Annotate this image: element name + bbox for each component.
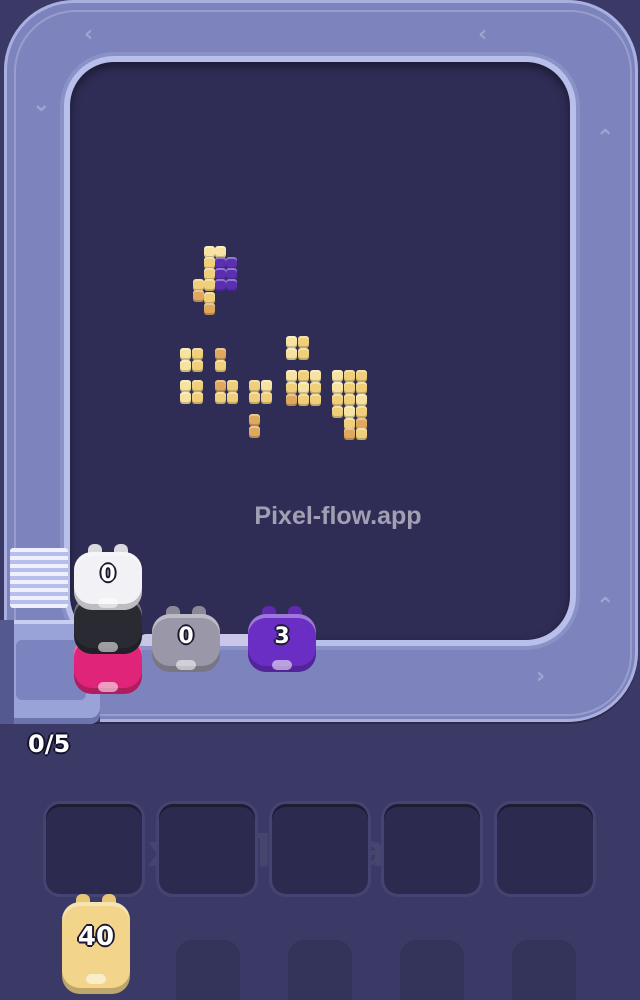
pixel-block: [356, 406, 367, 418]
holding-slot[interactable]: [497, 804, 593, 894]
queue-placeholder: [512, 940, 576, 1000]
pixel-block: [298, 370, 309, 382]
pixel-block: [227, 380, 238, 392]
pixel-block: [192, 380, 203, 392]
track-arrow-icon: ⌄: [32, 92, 51, 117]
pixel-block: [356, 370, 367, 382]
pig-shot-count: 40: [77, 922, 115, 952]
holding-slot[interactable]: [46, 804, 142, 894]
pixel-block: [344, 394, 355, 406]
pixel-block: [356, 382, 367, 394]
track-arrow-icon: ‹: [478, 22, 488, 47]
pixel-block: [298, 336, 309, 348]
gray-pig: 0: [148, 606, 224, 676]
entry-ramp: [10, 548, 68, 608]
holding-slot[interactable]: [384, 804, 480, 894]
track-arrow-icon: ›: [536, 664, 546, 689]
pixel-block: [193, 290, 204, 302]
pixel-block: [332, 370, 343, 382]
pixel-block: [204, 303, 215, 315]
pixel-block: [261, 380, 272, 392]
track-arrow-icon: ⌃: [596, 594, 615, 619]
queue-placeholder: [400, 940, 464, 1000]
pixel-block: [215, 279, 226, 291]
pig-snout: [176, 660, 196, 670]
queue-pig[interactable]: 40: [58, 894, 134, 994]
pixel-block: [215, 348, 226, 360]
pixel-block: [344, 428, 355, 440]
pixel-block: [344, 370, 355, 382]
pixel-block: [332, 394, 343, 406]
queue-placeholder: [176, 940, 240, 1000]
slots-counter: 0/5: [28, 730, 71, 758]
holding-slot[interactable]: [159, 804, 255, 894]
pixel-block: [215, 392, 226, 404]
pixel-block: [192, 360, 203, 372]
board-watermark: Pixel-flow.app: [254, 502, 422, 530]
white-pig: 0: [70, 544, 146, 614]
pixel-block: [261, 392, 272, 404]
pixel-block: [215, 380, 226, 392]
pixel-block: [356, 428, 367, 440]
purple-pig: 3: [244, 606, 320, 676]
pixel-block: [298, 394, 309, 406]
pixel-block: [286, 394, 297, 406]
pixel-block: [226, 279, 237, 291]
pixel-block: [298, 348, 309, 360]
pixel-block: [180, 360, 191, 372]
pig-shot-count: 0: [100, 562, 116, 587]
pixel-block: [180, 380, 191, 392]
pixel-block: [286, 336, 297, 348]
pig-snout: [98, 642, 118, 652]
pixel-block: [310, 382, 321, 394]
track-arrow-icon: ⌃: [596, 126, 615, 151]
pixel-block: [332, 406, 343, 418]
pixel-block: [332, 382, 343, 394]
pixel-block: [192, 348, 203, 360]
holding-slot[interactable]: [272, 804, 368, 894]
pixel-block: [356, 394, 367, 406]
pig-shot-count: 3: [274, 624, 290, 649]
pixel-block: [286, 348, 297, 360]
pixel-block: [180, 348, 191, 360]
pixel-block: [344, 406, 355, 418]
pixel-block: [227, 392, 238, 404]
pixel-block: [249, 426, 260, 438]
pixel-block: [204, 279, 215, 291]
pixel-block: [286, 382, 297, 394]
pixel-block: [249, 392, 260, 404]
pixel-block: [249, 380, 260, 392]
pig-shot-count: 0: [178, 624, 194, 649]
pixel-block: [215, 360, 226, 372]
pixel-block: [298, 382, 309, 394]
pig-snout: [86, 974, 106, 984]
track-arrow-icon: ‹: [84, 22, 94, 47]
pixel-block: [286, 370, 297, 382]
pig-snout: [98, 598, 118, 608]
pixel-block: [192, 392, 203, 404]
pixel-block: [344, 382, 355, 394]
pixel-block: [180, 392, 191, 404]
queue-placeholder: [288, 940, 352, 1000]
pixel-block: [310, 394, 321, 406]
pig-snout: [98, 682, 118, 692]
pixel-block: [249, 414, 260, 426]
pig-dock-edge: [0, 620, 14, 724]
pig-snout: [272, 660, 292, 670]
pixel-block: [310, 370, 321, 382]
